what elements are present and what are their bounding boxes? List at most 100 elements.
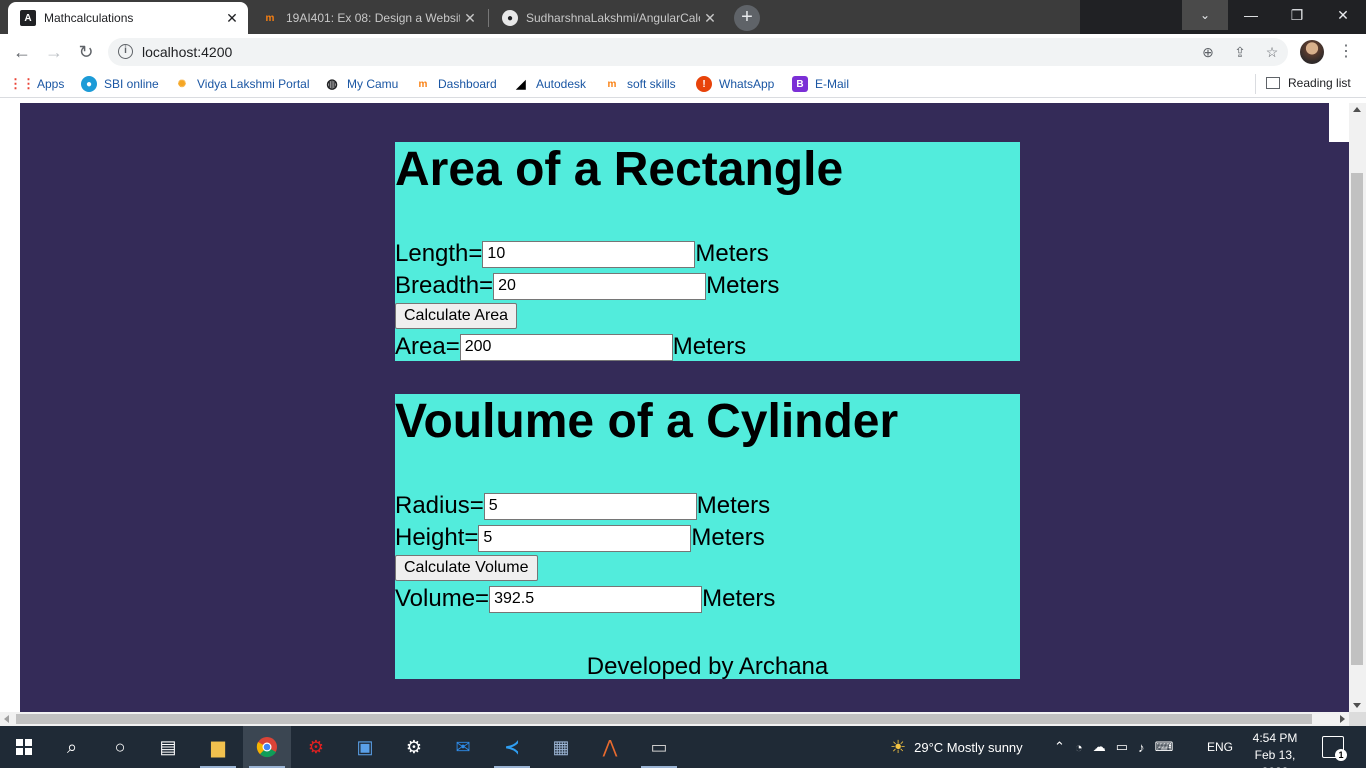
reading-list-button[interactable]: Reading list [1266,76,1351,90]
task-view-icon[interactable]: ▤ [144,726,192,768]
new-tab-button[interactable]: + [734,5,760,31]
tab-github[interactable]: ● SudharshnaLakshmi/AngularCalc ✕ [490,2,726,34]
length-unit: Meters [695,240,769,267]
terminal-icon[interactable]: ▭ [635,726,683,768]
weather-text: 29°C Mostly sunny [914,739,1023,755]
bookmark-label: Autodesk [536,77,587,91]
horizontal-scrollbar[interactable] [0,712,1349,726]
tab-strip: A Mathcalculations ✕ m 19AI401: Ex 08: D… [0,0,1366,34]
system-tray: ⌃ ◔ ☁ ▭ ♪ ⌨ [1054,726,1173,768]
angular-icon: A [20,10,36,26]
bookmark-label: Vidya Lakshmi Portal [197,77,310,91]
tab-title: SudharshnaLakshmi/AngularCalc [526,11,700,25]
apps-grid-icon: ⋮⋮ [9,76,35,91]
minimize-icon[interactable]: — [1228,0,1274,30]
moodle-icon: m [265,12,275,24]
weather-widget[interactable]: ☀ 29°C Mostly sunny [890,726,1023,768]
keyboard-icon[interactable]: ⌨ [1155,739,1174,755]
radius-input[interactable] [483,492,697,520]
bookmark-vidya-lakshmi[interactable]: ✺ Vidya Lakshmi Portal [174,76,310,92]
bookmark-apps[interactable]: ⋮⋮ Apps [9,76,64,92]
battery-icon[interactable]: ▭ [1116,739,1128,755]
bookmarks-bar: ⋮⋮ Apps ● SBI online ✺ Vidya Lakshmi Por… [0,70,1366,98]
menu-kebab-icon[interactable]: ⋮ [1336,40,1356,64]
scroll-up-icon[interactable] [1353,107,1361,112]
clock-date: Feb 13, 2022 [1254,748,1296,779]
language-indicator[interactable]: ENG [1207,726,1233,768]
alert-circle-icon: ! [696,76,712,92]
bookmark-sbi-online[interactable]: ● SBI online [81,76,159,92]
horizontal-scroll-thumb[interactable] [16,714,1312,724]
bookmark-my-camu[interactable]: ◍ My Camu [324,76,398,92]
calculator-icon[interactable]: ▦ [537,726,585,768]
chevron-up-icon[interactable]: ⌃ [1054,739,1065,755]
bookmark-email[interactable]: B E-Mail [792,76,849,92]
area-label: Area= [395,333,460,360]
reading-list-icon [1266,77,1280,89]
volume-output[interactable] [489,585,703,613]
breadth-unit: Meters [706,272,780,299]
network-icon[interactable]: ◔ [1075,740,1083,755]
close-tab-icon[interactable]: ✕ [700,10,720,27]
rectangle-title: Area of a Rectangle [395,143,844,196]
url-text[interactable]: localhost:4200 [142,44,232,60]
cortana-icon[interactable]: ○ [96,726,144,768]
bookmark-autodesk[interactable]: ◢ Autodesk [513,76,586,92]
reload-icon[interactable]: ↻ [74,40,98,64]
close-window-icon[interactable]: ✕ [1320,0,1366,30]
vidya-lakshmi-icon: ✺ [177,78,187,90]
radius-unit: Meters [696,492,771,519]
settings-gear-icon[interactable]: ⚙ [390,726,438,768]
scroll-right-icon[interactable] [1340,715,1345,723]
bookmark-dashboard[interactable]: m Dashboard [415,76,497,92]
tab-moodle-ex08[interactable]: m 19AI401: Ex 08: Design a Website ✕ [250,2,486,34]
length-input[interactable] [482,240,696,268]
vertical-scroll-thumb[interactable] [1351,173,1363,665]
forward-icon[interactable]: → [42,40,66,64]
vscode-icon[interactable]: ≺ [488,726,536,768]
height-input[interactable] [478,524,692,552]
calculate-volume-button[interactable]: Calculate Volume [395,555,538,581]
scroll-left-icon[interactable] [4,715,9,723]
height-unit: Meters [691,524,765,551]
mail-icon[interactable]: ✉ [439,726,487,768]
close-tab-icon[interactable]: ✕ [460,10,480,27]
vertical-scrollbar[interactable] [1349,103,1366,712]
site-info-icon[interactable]: i [118,44,133,59]
breadth-label: Breadth= [395,272,494,299]
scroll-down-icon[interactable] [1353,703,1361,708]
notification-center-icon[interactable]: 1 [1322,736,1347,761]
onedrive-icon[interactable]: ☁ [1093,739,1106,755]
profile-avatar[interactable] [1300,40,1324,64]
length-row: Length= Meters [395,238,1020,270]
calculate-area-button[interactable]: Calculate Area [395,303,518,329]
windows-start-icon[interactable] [0,726,48,768]
close-tab-icon[interactable]: ✕ [222,10,242,27]
restore-icon[interactable]: ❐ [1274,0,1320,30]
file-explorer-icon[interactable]: ▆ [194,726,242,768]
browser-toolbar: ← → ↻ i localhost:4200 ⊕ ⇪ ☆ ⋮ [0,34,1366,70]
volume-icon[interactable]: ♪ [1138,740,1145,755]
address-bar[interactable]: i localhost:4200 ⊕ ⇪ ☆ [108,38,1288,66]
length-label: Length= [395,240,483,267]
tab-mathcalculations[interactable]: A Mathcalculations ✕ [8,2,248,34]
bookmark-whatsapp[interactable]: ! WhatsApp [696,76,774,92]
bookmark-star-icon[interactable]: ☆ [1262,42,1282,62]
tab-search-icon[interactable]: ⌄ [1182,0,1228,30]
bookmark-soft-skills[interactable]: m soft skills [604,76,676,92]
clock[interactable]: 4:54 PM Feb 13, 2022 [1240,730,1310,781]
security-app-icon[interactable]: ⚙ [292,726,340,768]
zoom-icon[interactable]: ⊕ [1198,42,1218,62]
height-label: Height= [395,524,479,551]
notification-count: 1 [1335,749,1347,761]
matlab-icon[interactable]: ⋀ [586,726,634,768]
share-icon[interactable]: ⇪ [1230,42,1250,62]
control-panel-icon[interactable]: ▣ [341,726,389,768]
back-icon[interactable]: ← [10,40,34,64]
area-output[interactable] [459,333,673,361]
volume-label: Volume= [395,585,490,612]
breadth-input[interactable] [493,272,707,300]
tab-separator [488,9,489,27]
search-icon[interactable]: ⌕ [48,726,96,768]
chrome-icon[interactable] [243,726,291,768]
